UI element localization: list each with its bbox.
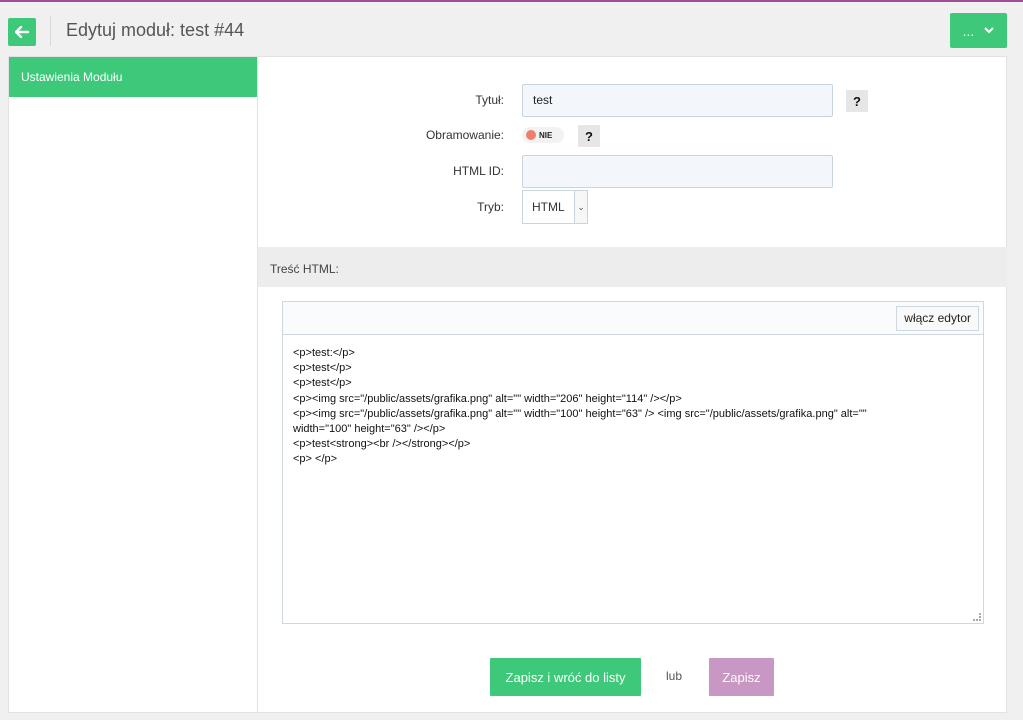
mode-select[interactable]: HTML ⌄ — [522, 190, 588, 224]
html-editor: włącz edytor <p>test:</p> <p>test</p> <p… — [282, 301, 984, 624]
page-title: Edytuj moduł: test #44 — [66, 20, 245, 40]
back-button[interactable] — [8, 18, 36, 46]
sidebar-item-module-settings[interactable]: Ustawienia Modułu — [9, 57, 257, 97]
sidebar: Ustawienia Modułu — [8, 56, 258, 713]
save-and-return-button[interactable]: Zapisz i wróć do listy — [490, 658, 641, 696]
border-toggle[interactable]: NIE — [522, 127, 564, 143]
enable-editor-button[interactable]: włącz edytor — [896, 306, 979, 331]
or-text: lub — [666, 669, 683, 683]
select-chevron-icon: ⌄ — [574, 191, 587, 223]
resize-handle-icon[interactable] — [973, 613, 981, 621]
main-panel: Tytuł: test ? Obramowanie: NIE ? HTML ID… — [258, 56, 1007, 713]
border-help-button[interactable]: ? — [578, 125, 600, 147]
mode-label: Tryb: — [477, 200, 504, 214]
border-label: Obramowanie: — [425, 128, 504, 142]
page-header: Edytuj moduł: test #44 ... — [0, 2, 1023, 56]
html-id-input[interactable] — [522, 155, 833, 188]
mode-select-value: HTML — [532, 200, 565, 214]
toggle-dot-icon — [526, 130, 536, 140]
arrow-left-icon — [15, 26, 29, 38]
chevron-down-icon — [984, 27, 995, 34]
title-input[interactable]: test — [522, 84, 833, 117]
title-help-button[interactable]: ? — [846, 90, 868, 112]
section-label: Treść HTML: — [270, 262, 339, 276]
html-content-section: Treść HTML: — [258, 247, 1007, 287]
toggle-state-text: NIE — [539, 130, 553, 140]
save-button[interactable]: Zapisz — [709, 658, 774, 696]
title-label: Tytuł: — [475, 93, 504, 107]
html-id-label: HTML ID: — [453, 164, 504, 178]
sidebar-item-label: Ustawienia Modułu — [21, 70, 123, 84]
html-code-textarea[interactable]: <p>test:</p> <p>test</p> <p>test</p> <p>… — [283, 335, 983, 468]
editor-toolbar: włącz edytor — [283, 302, 983, 335]
header-divider — [50, 16, 51, 46]
more-actions-label: ... — [962, 22, 975, 39]
more-actions-button[interactable]: ... — [950, 13, 1007, 48]
